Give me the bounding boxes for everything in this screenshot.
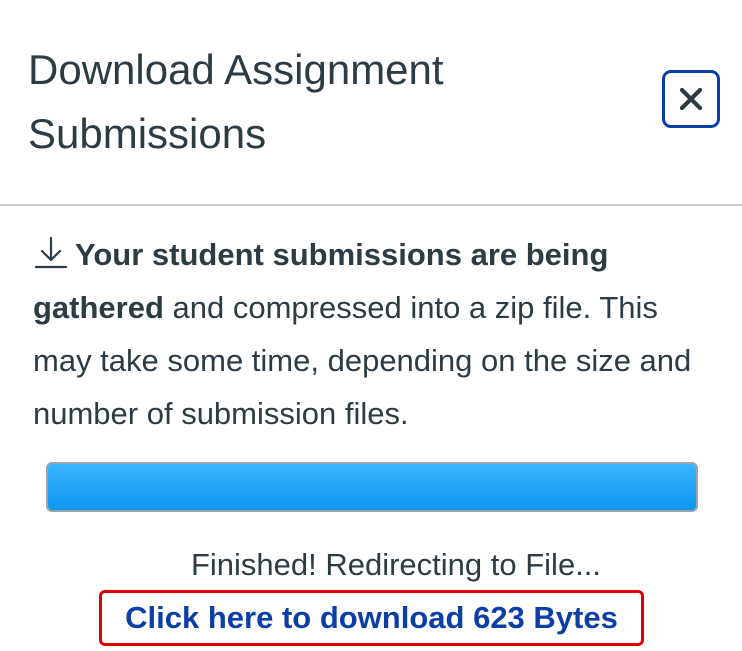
progress-bar (46, 462, 698, 512)
status-text: Finished! Redirecting to File... (190, 547, 602, 582)
close-icon (679, 87, 703, 111)
status-message: Your student submissions are being gathe… (33, 228, 723, 440)
download-link[interactable]: Click here to download 623 Bytes (125, 600, 618, 636)
dialog-title: Download Assignment Submissions (28, 46, 444, 157)
download-submissions-dialog: Download Assignment Submissions Your stu… (0, 0, 742, 651)
dialog-body: Your student submissions are being gathe… (0, 206, 742, 651)
progress-fill (48, 464, 696, 510)
close-button[interactable] (662, 70, 720, 128)
dialog-header: Download Assignment Submissions (0, 0, 742, 206)
download-icon (34, 236, 68, 269)
download-link-highlight: Click here to download 623 Bytes (99, 590, 644, 646)
